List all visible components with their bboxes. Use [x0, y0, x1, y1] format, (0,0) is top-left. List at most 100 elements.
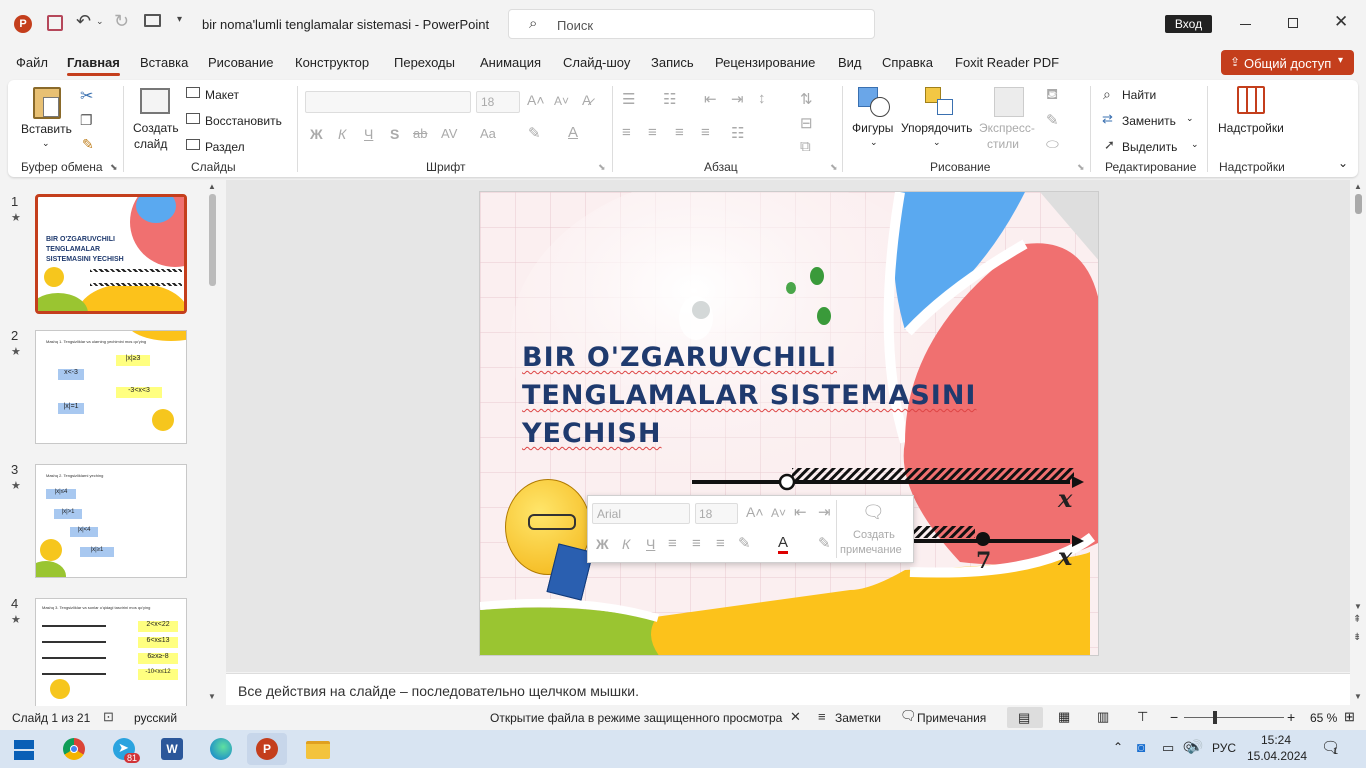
- redo-icon[interactable]: ↻: [114, 11, 129, 32]
- cut-icon[interactable]: ✂: [80, 86, 93, 106]
- close-icon[interactable]: ✕: [790, 709, 801, 725]
- mini-font-input[interactable]: Arial: [592, 503, 690, 524]
- mini-bold-button[interactable]: Ж: [596, 536, 609, 552]
- line-spacing-icon[interactable]: ↕: [758, 90, 766, 107]
- share-button[interactable]: ⇪ Общий доступ ▾: [1221, 50, 1354, 75]
- tab-review[interactable]: Рецензирование: [715, 55, 815, 70]
- find-button[interactable]: Найти: [1122, 88, 1156, 102]
- normal-view-icon[interactable]: ▤: [1007, 707, 1043, 728]
- language-label[interactable]: русский: [134, 711, 177, 725]
- mini-size-input[interactable]: 18: [695, 503, 738, 524]
- next-slide-icon[interactable]: ⇟: [1353, 632, 1361, 643]
- tab-draw[interactable]: Рисование: [208, 55, 273, 70]
- tab-record[interactable]: Запись: [651, 55, 694, 70]
- dialog-launcher-icon[interactable]: ⬊: [110, 162, 118, 173]
- align-text-icon[interactable]: ⊟: [800, 114, 813, 132]
- save-icon[interactable]: [47, 15, 63, 31]
- chrome-icon[interactable]: [54, 733, 94, 765]
- shape-outline-icon[interactable]: ✎: [1046, 111, 1059, 129]
- spellcheck-icon[interactable]: ⊡: [103, 709, 114, 725]
- change-case-icon[interactable]: Aa: [480, 126, 496, 141]
- notes-button[interactable]: Заметки: [835, 711, 881, 725]
- paste-dropdown-icon[interactable]: ⌄: [42, 138, 50, 149]
- clock-time[interactable]: 15:24: [1261, 733, 1291, 747]
- powerpoint-taskbar-icon[interactable]: P: [247, 733, 287, 765]
- select-button[interactable]: Выделить: [1122, 140, 1177, 154]
- underline-button[interactable]: Ч: [364, 126, 373, 142]
- comments-button[interactable]: Примечания: [917, 711, 986, 725]
- highlight-icon[interactable]: ✎: [528, 124, 541, 142]
- mini-align-center-icon[interactable]: ≡: [692, 535, 701, 552]
- tab-animations[interactable]: Анимация: [480, 55, 541, 70]
- input-language[interactable]: РУС: [1212, 741, 1236, 755]
- replace-button[interactable]: Заменить: [1122, 114, 1176, 128]
- tab-view[interactable]: Вид: [838, 55, 862, 70]
- fit-slide-icon[interactable]: ⊞: [1344, 709, 1355, 725]
- reading-view-icon[interactable]: ▥: [1097, 709, 1109, 725]
- quick-styles-button[interactable]: Экспресс-: [979, 121, 1035, 135]
- italic-button[interactable]: К: [338, 126, 346, 142]
- tab-slideshow[interactable]: Слайд-шоу: [563, 55, 630, 70]
- scroll-thumb[interactable]: [1355, 194, 1362, 214]
- dialog-launcher-icon[interactable]: ⬊: [1077, 162, 1085, 173]
- tab-transitions[interactable]: Переходы: [394, 55, 455, 70]
- notes-pane[interactable]: Все действия на слайде – последовательно…: [226, 673, 1350, 705]
- vertical-scrollbar[interactable]: ▲ ▼ ⇞ ⇟ ▼: [1350, 180, 1366, 705]
- close-icon[interactable]: ✕: [1334, 12, 1348, 32]
- tray-chevron-icon[interactable]: ⌃: [1113, 740, 1123, 754]
- new-comment-label-2[interactable]: примечание: [840, 544, 902, 556]
- slide-editor[interactable]: BIR O'ZGARUVCHILI TENGLAMALAR SISTEMASIN…: [479, 191, 1099, 656]
- tab-file[interactable]: Файл: [16, 55, 48, 70]
- tab-design[interactable]: Конструктор: [295, 55, 369, 70]
- mini-highlight-icon[interactable]: ✎: [738, 534, 751, 552]
- bullets-icon[interactable]: ☰: [622, 90, 635, 108]
- justify-icon[interactable]: ≡: [701, 124, 710, 141]
- arrange-dropdown-icon[interactable]: ⌄: [933, 137, 941, 148]
- zoom-slider-thumb[interactable]: [1213, 711, 1217, 724]
- zoom-slider[interactable]: [1184, 717, 1284, 718]
- quick-styles-icon[interactable]: [994, 87, 1024, 117]
- customize-qat-icon[interactable]: ▾: [177, 14, 182, 25]
- new-slide-icon[interactable]: [140, 88, 170, 114]
- layout-button[interactable]: Макет: [205, 88, 239, 102]
- search-box[interactable]: ⌕ Поиск: [508, 9, 875, 39]
- font-color-icon[interactable]: A: [568, 124, 578, 141]
- clear-format-icon[interactable]: A̷: [582, 92, 591, 108]
- font-name-input[interactable]: [305, 91, 471, 113]
- mini-align-left-icon[interactable]: ≡: [668, 535, 677, 552]
- zoom-in-icon[interactable]: +: [1287, 709, 1295, 725]
- notes-text[interactable]: Все действия на слайде – последовательно…: [238, 683, 639, 699]
- scroll-down-icon[interactable]: ▼: [208, 692, 216, 701]
- shape-fill-icon[interactable]: ⛾: [1046, 86, 1058, 105]
- slide-title-line-3[interactable]: YECHISH: [522, 418, 662, 449]
- battery-icon[interactable]: ▭: [1162, 740, 1174, 756]
- undo-icon[interactable]: ↶: [76, 11, 91, 32]
- tab-foxit[interactable]: Foxit Reader PDF: [955, 55, 1059, 70]
- mini-outdent-icon[interactable]: ⇥: [818, 503, 831, 521]
- restore-icon[interactable]: [1288, 18, 1298, 28]
- slide-title-line-1[interactable]: BIR O'ZGARUVCHILI: [522, 342, 837, 373]
- undo-dropdown-icon[interactable]: ⌄: [96, 16, 104, 27]
- scroll-up-icon[interactable]: ▲: [1354, 182, 1362, 191]
- tab-home[interactable]: Главная: [67, 55, 120, 76]
- mini-italic-button[interactable]: К: [622, 536, 630, 552]
- slide-title-line-2[interactable]: TENGLAMALAR SISTEMASINI: [522, 380, 976, 411]
- scroll-up-icon[interactable]: ▲: [208, 182, 216, 191]
- slideshow-view-icon[interactable]: ⊤: [1137, 709, 1148, 725]
- minimize-icon[interactable]: [1240, 24, 1251, 25]
- word-icon[interactable]: W: [152, 733, 192, 765]
- collapse-ribbon-icon[interactable]: ⌄: [1338, 156, 1348, 170]
- new-slide-button-line2[interactable]: слайд: [134, 137, 167, 151]
- new-comment-icon[interactable]: 🗨: [862, 502, 885, 523]
- mini-grow-font-icon[interactable]: A˄: [746, 504, 764, 520]
- mini-indent-icon[interactable]: ⇤: [794, 503, 807, 521]
- clock-date[interactable]: 15.04.2024: [1247, 749, 1307, 763]
- shapes-icon[interactable]: [858, 87, 892, 119]
- increase-font-icon[interactable]: A˄: [527, 92, 545, 108]
- scroll-down-icon[interactable]: ▼: [1354, 602, 1362, 611]
- increase-indent-icon[interactable]: ⇥: [731, 90, 744, 108]
- addins-icon[interactable]: [1237, 86, 1265, 114]
- windows-start-icon[interactable]: [14, 740, 34, 760]
- mini-font-color-icon[interactable]: A: [778, 534, 789, 554]
- shapes-dropdown-icon[interactable]: ⌄: [870, 137, 878, 148]
